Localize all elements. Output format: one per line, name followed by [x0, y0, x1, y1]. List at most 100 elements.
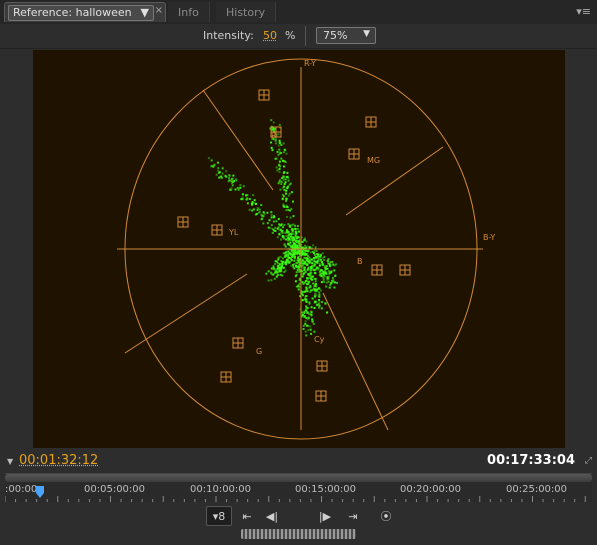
- trace-dot: [287, 179, 290, 182]
- ruler-label: 00:25:00:00: [506, 484, 568, 495]
- trace-dot: [262, 211, 265, 214]
- add-marker-button[interactable]: ▾8: [206, 506, 232, 526]
- trace-dot: [312, 282, 315, 285]
- trace-dot: [292, 254, 295, 257]
- zoom-scroll-bar[interactable]: [5, 474, 592, 482]
- trace-dot: [217, 172, 220, 174]
- trace-dot: [325, 265, 328, 267]
- step-back-button[interactable]: ◀|: [260, 506, 284, 526]
- trace-dot: [224, 174, 227, 177]
- playhead-icon[interactable]: [36, 486, 44, 498]
- trace-dot: [310, 310, 313, 313]
- tab-history[interactable]: History: [216, 2, 277, 22]
- trace-dot: [282, 252, 285, 255]
- close-icon[interactable]: ×: [155, 5, 163, 16]
- reference-select[interactable]: Reference: halloween ▼: [8, 4, 154, 21]
- trace-dot: [305, 298, 308, 301]
- trace-dot: [258, 208, 261, 211]
- trace-dot: [309, 272, 312, 275]
- step-back-icon: ◀|: [265, 509, 279, 523]
- output-button[interactable]: ⦿: [374, 506, 398, 526]
- trace-dot: [313, 268, 316, 271]
- trace-dot: [270, 141, 273, 144]
- trace-dot: [287, 223, 290, 226]
- output-icon: ⦿: [380, 510, 392, 523]
- trace-dot: [277, 258, 280, 261]
- trace-dot: [295, 271, 298, 274]
- trace-dot: [282, 195, 285, 198]
- trace-dot: [283, 223, 286, 226]
- trace-dot: [221, 172, 224, 175]
- trace-dot: [270, 216, 273, 219]
- trace-dot: [230, 180, 233, 183]
- trace-dot: [266, 211, 269, 214]
- trace-dot: [312, 252, 315, 254]
- step-forward-button[interactable]: |▶: [313, 506, 337, 526]
- trace-dot: [297, 230, 300, 233]
- ruler-label: :00:00: [5, 484, 38, 495]
- vector-line-r: [202, 89, 274, 191]
- trace-dot: [326, 267, 329, 270]
- trace-dot: [318, 299, 321, 301]
- trace-dot: [313, 260, 316, 263]
- trace-dot: [315, 283, 317, 285]
- trace-dot: [287, 259, 290, 262]
- trace-dot: [310, 332, 313, 335]
- tab-reference[interactable]: Reference: halloween ▼ ×: [4, 2, 166, 22]
- trace-dot: [302, 282, 305, 285]
- expand-icon[interactable]: ⤢: [585, 456, 592, 466]
- trace-dot: [282, 205, 285, 208]
- trace-dot: [316, 259, 319, 262]
- scope-controls: Intensity: 50 % 75% ▼: [0, 24, 597, 49]
- trace-dot: [334, 274, 337, 277]
- trace-dot: [287, 185, 290, 188]
- trace-dot: [316, 261, 319, 264]
- mark-out-button[interactable]: ⇥: [341, 506, 365, 526]
- trace-dot: [239, 186, 242, 189]
- current-timecode[interactable]: 00:01:32:12: [19, 453, 98, 468]
- trace-dot: [270, 146, 273, 149]
- trace-dot: [221, 177, 223, 179]
- trace-dot: [292, 200, 294, 203]
- trace-dot: [301, 281, 304, 284]
- panel-menu-icon[interactable]: ▾≡: [576, 5, 591, 18]
- trace-dot: [326, 311, 329, 314]
- trace-dot: [276, 169, 279, 172]
- trace-dot: [297, 251, 300, 254]
- trace-dot: [335, 281, 338, 284]
- intensity-value[interactable]: 50: [263, 29, 277, 42]
- trace-dot: [307, 329, 310, 332]
- trace-dot: [280, 183, 283, 185]
- trace-dot: [273, 277, 276, 280]
- jog-shuttle[interactable]: [241, 529, 356, 539]
- trace-dot: [289, 241, 292, 244]
- trace-dot: [280, 260, 283, 262]
- trace-dot: [303, 310, 306, 313]
- trace-dot: [280, 144, 283, 146]
- trace-dot: [234, 188, 237, 191]
- trace-dot: [295, 240, 298, 243]
- trace-dot: [307, 317, 310, 320]
- trace-dot: [283, 183, 286, 186]
- trace-dot: [319, 273, 322, 276]
- trace-dot: [279, 188, 282, 191]
- trace-dot: [303, 268, 306, 271]
- trace-dot: [323, 280, 325, 283]
- trace-dot: [267, 279, 270, 282]
- tab-info[interactable]: Info: [168, 2, 210, 22]
- trace-dot: [325, 285, 328, 288]
- trace-dot: [304, 330, 307, 333]
- trace-dot: [330, 279, 333, 282]
- trace-dot: [210, 159, 213, 162]
- trace-dot: [289, 235, 292, 238]
- trace-dot: [293, 267, 296, 270]
- mark-in-button[interactable]: ⇤: [235, 506, 259, 526]
- trace-dot: [251, 209, 254, 212]
- trace-dot: [297, 242, 300, 245]
- trace-dot: [232, 174, 235, 177]
- ruler-label: 00:05:00:00: [84, 484, 146, 495]
- time-ruler[interactable]: :00:00 00:05:00:00 00:10:00:00 00:15:00:…: [5, 473, 592, 502]
- trace-dot: [313, 277, 316, 280]
- zoom-select[interactable]: 75% ▼: [316, 27, 376, 44]
- trace-dot: [319, 258, 322, 261]
